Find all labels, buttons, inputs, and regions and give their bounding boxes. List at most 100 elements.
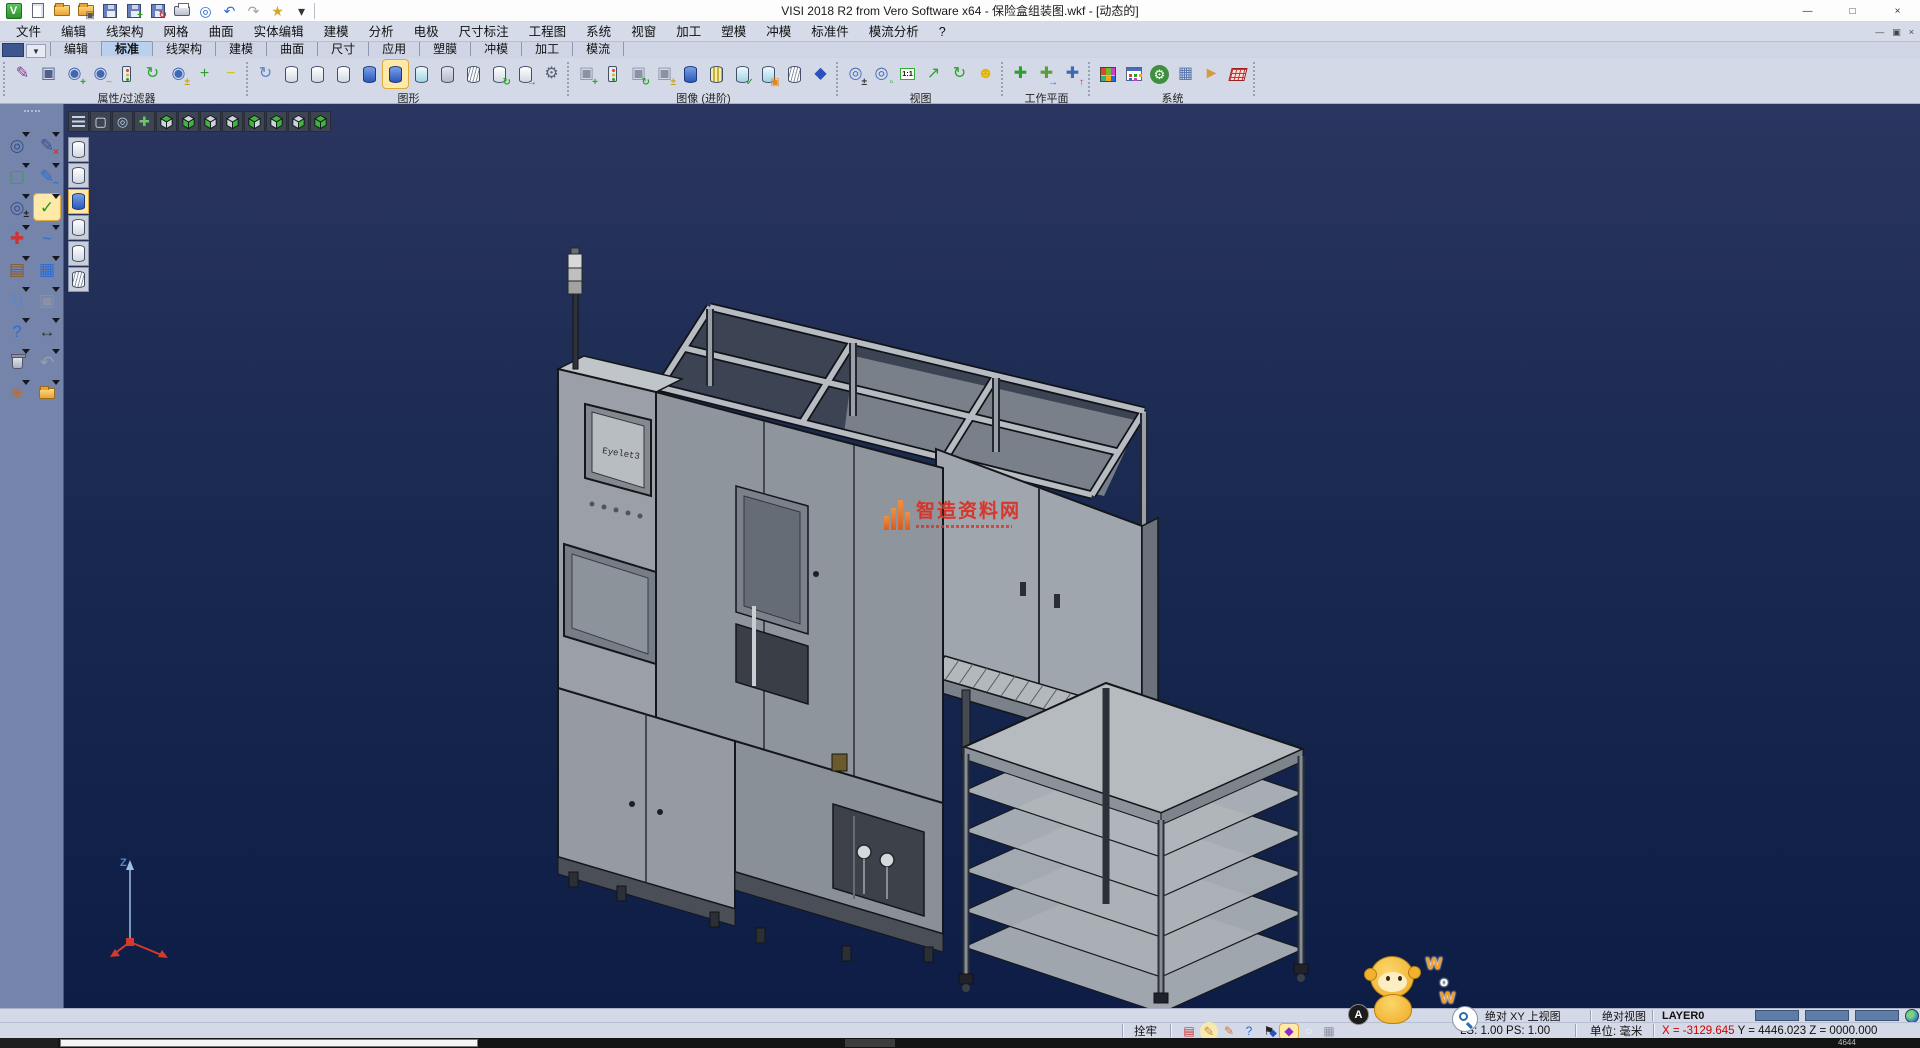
absolute-view-field[interactable]: 绝对视图 <box>1602 1009 1646 1022</box>
tab-应用[interactable]: 应用 <box>368 42 419 56</box>
view-shaded-button[interactable] <box>310 111 331 132</box>
menu-尺寸标注[interactable]: 尺寸标注 <box>449 25 519 39</box>
measure-icon[interactable]: ↔ <box>34 318 60 344</box>
grid-calculator-icon[interactable] <box>1225 60 1250 88</box>
spline-edit-icon[interactable]: ~ <box>34 225 60 251</box>
viewport-axes-button[interactable]: ✚ <box>134 111 155 132</box>
save-icon[interactable] <box>99 1 120 21</box>
menu-实体编辑[interactable]: 实体编辑 <box>244 25 314 39</box>
cylinder-tag-icon[interactable]: ▣ <box>756 60 781 88</box>
view-mode-field[interactable]: 绝对 XY 上视图 <box>1485 1009 1561 1022</box>
cylinder-striped-icon[interactable] <box>704 60 729 88</box>
help-icon[interactable]: ? <box>4 318 30 344</box>
save-as-icon[interactable]: + <box>123 1 144 21</box>
layer-manager-icon[interactable]: ▤ <box>4 256 30 282</box>
magnifier-badge[interactable] <box>1452 1006 1478 1032</box>
note-edit-icon[interactable]: ✎ <box>1200 1024 1218 1039</box>
qat-more-icon[interactable]: ▾ <box>291 1 312 21</box>
cylinder-wire-blue-icon[interactable] <box>782 60 807 88</box>
window-close-button[interactable]: × <box>1875 0 1920 22</box>
menu-建模[interactable]: 建模 <box>314 25 359 39</box>
workplane-grid-icon[interactable]: ▦ <box>1320 1024 1338 1039</box>
color-palette-icon[interactable] <box>1095 60 1120 88</box>
viewport-zoom-button[interactable]: ◎ <box>112 111 133 132</box>
new-document-icon[interactable] <box>27 1 48 21</box>
menu-系统[interactable]: 系统 <box>576 25 621 39</box>
display-shaded-edges-button[interactable] <box>68 215 89 240</box>
viewport-menu-button[interactable] <box>68 111 89 132</box>
pan-view-icon[interactable]: ↗ <box>921 60 946 88</box>
cylinder-cyan-icon[interactable] <box>409 60 434 88</box>
print-icon[interactable] <box>171 1 192 21</box>
undo-action-icon[interactable]: ↶ <box>34 349 60 375</box>
open-file-icon[interactable] <box>51 1 72 21</box>
cylinder-refresh-icon[interactable]: ↻ <box>487 60 512 88</box>
menu-编辑[interactable]: 编辑 <box>51 25 96 39</box>
display-shaded-button[interactable] <box>68 189 89 214</box>
zoom-in-out-icon[interactable]: ◎± <box>843 60 868 88</box>
swatch-3[interactable] <box>1855 1010 1899 1021</box>
view-bottom-button[interactable] <box>178 111 199 132</box>
redo-icon[interactable]: ↷ <box>243 1 264 21</box>
zoom-dynamic-icon[interactable]: ◎± <box>4 194 30 220</box>
view-back-button[interactable] <box>222 111 243 132</box>
display-mesh-button[interactable] <box>68 267 89 292</box>
redraw-icon[interactable]: ↻ <box>253 60 278 88</box>
layer-field[interactable]: LAYER0 <box>1662 1009 1704 1022</box>
window-minimize-button[interactable]: — <box>1785 0 1830 22</box>
plane-selection-icon[interactable]: ▢ <box>4 163 30 189</box>
window-maximize-button[interactable]: □ <box>1830 0 1875 22</box>
lock-field[interactable]: 拴牢 <box>1134 1023 1157 1038</box>
attribute-brush-icon[interactable]: ✎ <box>10 60 35 88</box>
help-status-icon[interactable]: ? <box>1240 1024 1258 1039</box>
zoom-window-icon[interactable]: ◎▫ <box>869 60 894 88</box>
hide-remove-icon[interactable]: ◉− <box>88 60 113 88</box>
view-right-button[interactable] <box>266 111 287 132</box>
globe-icon[interactable] <box>1905 1009 1919 1023</box>
graphics-tools-icon[interactable]: ⚙ <box>539 60 564 88</box>
tab-加工[interactable]: 加工 <box>521 42 572 56</box>
cylinder-blue-active-icon[interactable] <box>383 60 408 88</box>
glove-icon[interactable]: ○ <box>1300 1024 1318 1039</box>
view-top-button[interactable] <box>156 111 177 132</box>
display-hidden-line-button[interactable] <box>68 163 89 188</box>
3d-viewport[interactable]: Eyelet3 <box>64 104 1920 1008</box>
workplane-move-icon[interactable]: ✚→ <box>1034 60 1059 88</box>
cylinder-copy-icon[interactable]: → <box>513 60 538 88</box>
menu-塑模[interactable]: 塑模 <box>711 25 756 39</box>
image-plusminus-icon[interactable]: ▣± <box>652 60 677 88</box>
view-left-button[interactable] <box>244 111 265 132</box>
menu-视窗[interactable]: 视窗 <box>621 25 666 39</box>
image-filter-icon[interactable] <box>600 60 625 88</box>
window-palette-icon[interactable] <box>1121 60 1146 88</box>
workplane-align-icon[interactable]: ✚↑ <box>1060 60 1085 88</box>
save-all-icon[interactable]: ↻ <box>147 1 168 21</box>
viewport-frame-button[interactable]: ▢ <box>90 111 111 132</box>
zoom-1-1-icon[interactable]: 1:1 <box>895 60 920 88</box>
show-add-icon[interactable]: ◉+ <box>62 60 87 88</box>
visi-logo-icon[interactable]: V <box>3 1 24 21</box>
cylinder-check-icon[interactable]: ✓ <box>730 60 755 88</box>
erase-icon[interactable]: ✎× <box>34 132 60 158</box>
tab-冲模[interactable]: 冲模 <box>470 42 521 56</box>
undo-icon[interactable]: ↶ <box>219 1 240 21</box>
menu-加工[interactable]: 加工 <box>666 25 711 39</box>
a-badge-icon[interactable]: A <box>1348 1004 1369 1025</box>
delete-icon[interactable] <box>4 349 30 375</box>
confirm-icon[interactable]: ✓ <box>34 194 60 220</box>
display-wireframe-button[interactable] <box>68 137 89 162</box>
units-field[interactable]: 单位: 毫米 <box>1590 1023 1642 1038</box>
menu-曲面[interactable]: 曲面 <box>199 25 244 39</box>
filter-traffic-light-icon[interactable] <box>114 60 139 88</box>
snap-diamond-icon[interactable]: ◆ <box>1280 1024 1298 1039</box>
menu-工程图[interactable]: 工程图 <box>519 25 577 39</box>
navigator-icon[interactable]: ✳ <box>4 380 30 406</box>
menu-网格[interactable]: 网格 <box>154 25 199 39</box>
cad-model[interactable]: Eyelet3 <box>64 104 1920 1008</box>
menu-标准件[interactable]: 标准件 <box>801 25 859 39</box>
import-file-icon[interactable]: ▣ <box>75 1 96 21</box>
move-axes-icon[interactable]: ✚ <box>4 225 30 251</box>
cylinder-outline-3-icon[interactable] <box>331 60 356 88</box>
tab-dropdown-button[interactable]: ▼ <box>26 44 46 58</box>
tab-编辑[interactable]: 编辑 <box>50 42 101 56</box>
